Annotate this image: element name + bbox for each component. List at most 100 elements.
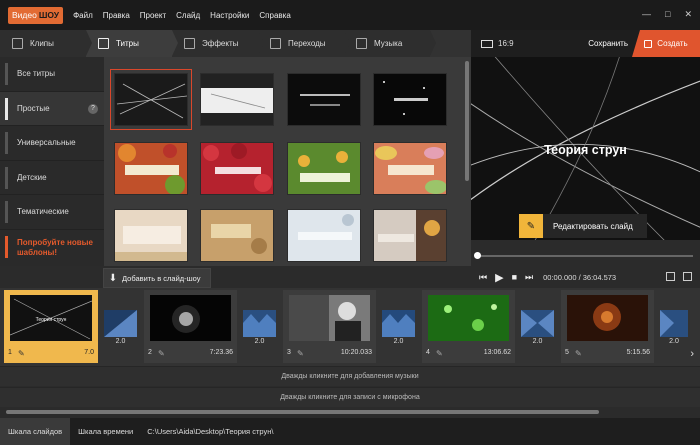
- menu-settings[interactable]: Настройки: [210, 11, 249, 20]
- timeline-slide[interactable]: 5 ✎ 5:15.56: [561, 290, 654, 363]
- minimize-icon[interactable]: —: [642, 9, 651, 20]
- create-icon: [644, 39, 653, 48]
- slide-thumbnail: [289, 295, 370, 341]
- sidebar-item-all[interactable]: Все титры: [0, 57, 104, 92]
- timeline-slide[interactable]: 4 ✎ 13:06.62: [422, 290, 515, 363]
- seek-handle[interactable]: [474, 252, 481, 259]
- template-preview: [298, 151, 350, 182]
- edit-slide-button[interactable]: ✎ Редактировать слайд: [519, 214, 647, 238]
- timeline-scrollbar[interactable]: [6, 410, 599, 414]
- template-thumb[interactable]: [110, 69, 192, 130]
- maximize-icon[interactable]: □: [665, 9, 670, 20]
- transition-thumb[interactable]: [243, 310, 276, 337]
- template-thumb[interactable]: [287, 209, 361, 262]
- create-button[interactable]: Создать: [632, 30, 700, 57]
- sidebar-promo-link[interactable]: Попробуйте новые шаблоны!: [0, 230, 104, 266]
- music-icon: [356, 38, 367, 49]
- transition-duration: 2.0: [254, 338, 265, 345]
- slide-preview: Теория струн: [471, 57, 700, 240]
- template-thumb[interactable]: [373, 73, 447, 126]
- pencil-icon[interactable]: ✎: [436, 350, 443, 358]
- templates-scrollbar[interactable]: [465, 61, 469, 181]
- slide-thumbnail: [567, 295, 648, 341]
- stop-icon[interactable]: ■: [512, 272, 517, 282]
- sidebar-item-universal[interactable]: Универсальные: [0, 126, 104, 161]
- chevron-right-icon[interactable]: ›: [690, 348, 694, 360]
- tab-transitions[interactable]: Переходы: [258, 30, 350, 57]
- template-thumb[interactable]: [287, 142, 361, 195]
- titles-category-sidebar: Все титры Простые? Универсальные Детские…: [0, 57, 104, 266]
- menu-slide[interactable]: Слайд: [176, 11, 200, 20]
- content-tabs: Клипы Титры Эффекты Переходы Музыка: [0, 30, 471, 57]
- template-preview: [383, 81, 428, 115]
- timeline-slide[interactable]: Теория струн 1 ✎ 7.0: [4, 290, 98, 363]
- pencil-icon[interactable]: ✎: [297, 350, 304, 358]
- text-icon: [98, 38, 109, 49]
- menu-project[interactable]: Проект: [140, 11, 166, 20]
- slide-thumbnail: Теория струн: [10, 295, 92, 341]
- transition-thumb[interactable]: [660, 310, 688, 337]
- slide-thumbnail: [150, 295, 231, 341]
- mic-track[interactable]: Дважды кликните для записи с микрофона: [0, 387, 700, 407]
- sidebar-item-simple[interactable]: Простые?: [0, 91, 104, 126]
- pencil-icon[interactable]: ✎: [158, 350, 165, 358]
- template-thumb[interactable]: [373, 209, 447, 262]
- template-thumb[interactable]: [200, 209, 274, 262]
- preview-seekbar[interactable]: [475, 255, 693, 257]
- screen-icon: [481, 39, 493, 48]
- transition-thumb[interactable]: [521, 310, 554, 337]
- tab-music[interactable]: Музыка: [344, 30, 436, 57]
- save-button[interactable]: Сохранить: [588, 39, 628, 48]
- help-icon[interactable]: ?: [88, 103, 98, 114]
- add-to-slideshow-button[interactable]: ⬇ Добавить в слайд-шоу: [103, 268, 211, 288]
- menu-edit[interactable]: Правка: [103, 11, 130, 20]
- preview-header: 16:9 Сохранить Создать: [471, 30, 700, 57]
- tab-effects[interactable]: Эффекты: [172, 30, 264, 57]
- template-thumb[interactable]: [114, 142, 188, 195]
- pencil-icon[interactable]: ✎: [18, 350, 25, 358]
- template-preview: [116, 83, 187, 119]
- music-track[interactable]: Дважды кликните для добавления музыки: [0, 366, 700, 386]
- pencil-icon[interactable]: ✎: [575, 350, 582, 358]
- snapshot-icon[interactable]: [666, 272, 675, 281]
- app-window: Видео ШОУ Файл Правка Проект Слайд Настро…: [0, 0, 700, 445]
- transition-duration: 2.0: [393, 338, 404, 345]
- close-icon[interactable]: ✕: [684, 9, 692, 20]
- transition-thumb[interactable]: [104, 310, 137, 337]
- prev-icon[interactable]: ⏮: [479, 272, 487, 283]
- template-preview: [201, 74, 273, 125]
- timeline-slide[interactable]: 2 ✎ 7:23.36: [144, 290, 237, 363]
- sidebar-item-thematic[interactable]: Тематические: [0, 195, 104, 230]
- timeline-slide[interactable]: 3 ✎ 10:20.033: [283, 290, 376, 363]
- main-menu: Файл Правка Проект Слайд Настройки Справ…: [73, 11, 301, 20]
- title-templates-grid: [104, 57, 471, 266]
- menu-help[interactable]: Справка: [259, 11, 290, 20]
- next-icon[interactable]: ⏭: [525, 272, 533, 283]
- play-icon[interactable]: ▶: [495, 271, 503, 284]
- title-bar: Видео ШОУ Файл Правка Проект Слайд Настро…: [0, 0, 700, 30]
- add-bar: [0, 266, 471, 288]
- bottom-bar: Шкала слайдов Шкала времени C:\Users\Aid…: [0, 418, 700, 445]
- menu-file[interactable]: Файл: [73, 11, 93, 20]
- film-icon: [12, 38, 23, 49]
- tab-slide-timeline[interactable]: Шкала слайдов: [0, 418, 71, 445]
- template-thumb[interactable]: [373, 142, 447, 195]
- transition-duration: 2.0: [115, 338, 126, 345]
- download-arrow-icon: ⬇: [108, 272, 118, 284]
- fullscreen-icon[interactable]: [683, 272, 692, 281]
- slide-thumbnail: [428, 295, 509, 341]
- aspect-ratio-selector[interactable]: 16:9: [481, 39, 514, 48]
- tab-clips[interactable]: Клипы: [0, 30, 92, 57]
- template-preview: [300, 94, 350, 106]
- sidebar-item-kids[interactable]: Детские: [0, 161, 104, 195]
- tab-time-timeline[interactable]: Шкала времени: [70, 418, 141, 445]
- template-thumb[interactable]: [114, 209, 188, 262]
- template-preview: [298, 214, 354, 240]
- template-preview: [375, 146, 446, 194]
- template-thumb[interactable]: [287, 73, 361, 126]
- template-thumb[interactable]: [200, 142, 274, 195]
- transition-thumb[interactable]: [382, 310, 415, 337]
- tab-titles[interactable]: Титры: [86, 30, 178, 57]
- template-preview: [378, 210, 446, 261]
- template-thumb[interactable]: [200, 73, 274, 126]
